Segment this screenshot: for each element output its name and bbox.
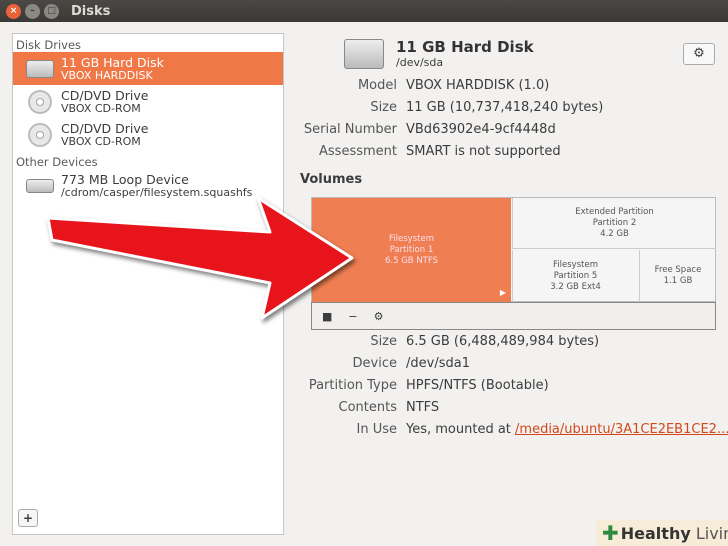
cdrom-icon (25, 89, 55, 114)
value: SMART is not supported (406, 144, 561, 159)
add-button[interactable]: + (18, 509, 38, 527)
device-sub: /cdrom/casper/filesystem.squashfs (61, 185, 253, 199)
value: NTFS (406, 400, 440, 415)
stop-icon[interactable]: ■ (322, 310, 332, 323)
section-disk-drives: Disk Drives (16, 38, 82, 52)
label: Serial Number (303, 122, 397, 137)
minimize-button[interactable]: – (25, 3, 40, 19)
disk-header: 11 GB Hard Disk/dev/sda (344, 38, 534, 69)
prop-contents: Contents NTFS (290, 400, 440, 415)
p-size: 3.2 GB Ext4 (550, 281, 601, 292)
healthy-living-logo: ✚Healthy Living (596, 520, 728, 546)
volumes-heading: Volumes (300, 172, 363, 187)
label: Model (357, 78, 397, 93)
close-button[interactable]: × (6, 3, 21, 19)
mount-point-link[interactable]: /media/ubuntu/3A1CE2EB1CE2... (515, 422, 728, 437)
p-type: Filesystem (553, 259, 598, 270)
label: Contents (338, 400, 397, 415)
play-icon: ▶ (499, 288, 506, 297)
label: Size (370, 100, 397, 115)
partition-1[interactable]: Filesystem Partition 1 6.5 GB NTFS ▶ (312, 198, 511, 302)
device-name: CD/DVD Drive (61, 120, 149, 136)
device-sub: VBOX HARDDISK (61, 68, 153, 82)
p-type: Filesystem (389, 233, 434, 244)
logo-text: Living (695, 523, 728, 543)
label: Partition Type (308, 378, 397, 393)
remove-icon[interactable]: − (348, 310, 357, 323)
label: Device (352, 356, 397, 371)
device-item-loop[interactable]: 773 MB Loop Device/cdrom/casper/filesyst… (13, 169, 283, 202)
label: Assessment (319, 144, 397, 159)
cdrom-icon (25, 122, 55, 147)
device-name: CD/DVD Drive (61, 87, 149, 103)
value: VBOX HARDDISK (1.0) (406, 78, 550, 93)
settings-icon[interactable]: ⚙ (374, 310, 384, 323)
p-type: Extended Partition (575, 206, 654, 217)
prop-size: Size 11 GB (10,737,418,240 bytes) (290, 100, 603, 115)
device-sub: VBOX CD-ROM (61, 101, 141, 115)
value: HPFS/NTFS (Bootable) (406, 378, 549, 393)
p-name: Partition 5 (553, 270, 598, 281)
partition-5[interactable]: Filesystem Partition 5 3.2 GB Ext4 (512, 250, 638, 302)
volume-map: Filesystem Partition 1 6.5 GB NTFS ▶ Extend… (311, 197, 716, 302)
logo-text-bold: Healthy (620, 523, 691, 543)
prop-assessment: Assessment SMART is not supported (290, 144, 561, 159)
volume-toolbar: ■ − ⚙ (311, 302, 716, 330)
p-size: 6.5 GB NTFS (384, 255, 439, 266)
window-title: Disks (71, 3, 111, 19)
prop-part-size: Size 6.5 GB (6,488,489,984 bytes) (290, 334, 599, 349)
value: /dev/sda1 (406, 356, 470, 371)
device-name: 773 MB Loop Device (61, 171, 189, 187)
disk-settings-button[interactable]: ⚙ (683, 43, 715, 65)
device-list: Disk Drives 11 GB Hard Disk VBOX HARDDISK… (12, 33, 284, 535)
maximize-button[interactable]: □ (44, 3, 59, 19)
value: VBd63902e4-9cf4448d (406, 122, 556, 137)
value: Yes, mounted at (406, 422, 516, 437)
value: 6.5 GB (6,488,489,984 bytes) (406, 334, 600, 349)
prop-in-use: In Use Yes, mounted at /media/ubuntu/3A1C… (290, 422, 728, 437)
loop-device-icon (25, 174, 55, 198)
device-item-hard-disk[interactable]: 11 GB Hard Disk VBOX HARDDISK (13, 52, 283, 85)
free-space[interactable]: Free Space 1.1 GB (639, 250, 716, 302)
device-name: 11 GB Hard Disk (61, 54, 164, 70)
value: 11 GB (10,737,418,240 bytes) (406, 100, 604, 115)
p-name: Partition 1 (389, 244, 434, 255)
device-sub: VBOX CD-ROM (61, 134, 141, 148)
prop-device: Device/dev/sda1 (290, 356, 470, 371)
device-item-cdrom-2[interactable]: CD/DVD Drive VBOX CD-ROM (13, 118, 283, 151)
prop-serial: Serial Number VBd63902e4-9cf4448d (290, 122, 556, 137)
p-type: Free Space (654, 265, 702, 275)
p-size: 1.1 GB (663, 276, 693, 286)
label: In Use (356, 422, 398, 437)
hard-disk-icon (344, 38, 384, 69)
partition-2[interactable]: Extended Partition Partition 2 4.2 GB (512, 198, 716, 249)
prop-model: Model VBOX HARDDISK (1.0) (290, 78, 549, 93)
label: Size (370, 334, 397, 349)
device-item-cdrom-1[interactable]: CD/DVD Drive VBOX CD-ROM (13, 85, 283, 118)
plus-leaf-icon: ✚ (602, 521, 619, 545)
title-bar: × – □ Disks (0, 0, 728, 22)
p-size: 4.2 GB (600, 228, 629, 239)
hard-disk-icon (25, 57, 55, 81)
prop-partition-type: Partition Type HPFS/NTFS (Bootable) (290, 378, 549, 393)
section-other-devices: Other Devices (16, 155, 98, 169)
p-name: Partition 2 (592, 217, 637, 228)
disk-title: 11 GB Hard Disk (396, 38, 534, 56)
disk-device: /dev/sda (396, 56, 444, 69)
